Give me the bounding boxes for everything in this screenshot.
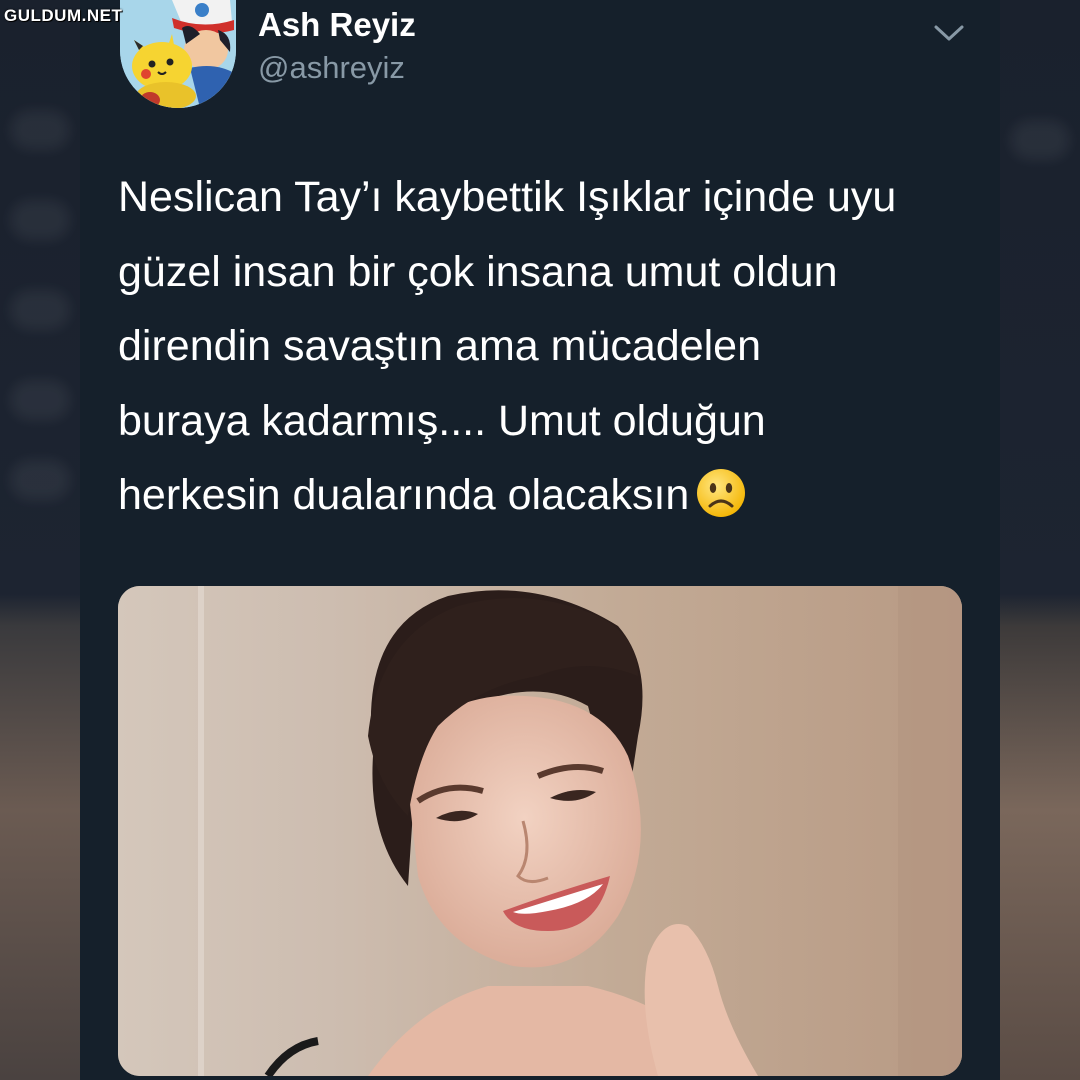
tweet-card: Ash Reyiz @ashreyiz Neslican Tay’ı kaybe… [80, 0, 1000, 1080]
display-name[interactable]: Ash Reyiz [258, 6, 416, 44]
tweet-media-photo[interactable] [118, 586, 962, 1076]
pikachu-and-ash-avatar-icon [120, 0, 236, 108]
slightly-frowning-face-icon [695, 467, 747, 519]
site-watermark: GULDUM.NET [4, 6, 123, 25]
smiling-woman-portrait-photo-icon [118, 586, 962, 1076]
blurred-background-right [1000, 0, 1080, 1080]
user-handle[interactable]: @ashreyiz [258, 50, 405, 86]
tweet-text: Neslican Tay’ı kaybettik Işıklar içinde … [118, 160, 978, 533]
blurred-background-left [0, 0, 80, 1080]
chevron-down-icon[interactable] [932, 22, 966, 44]
tweet-text-content: Neslican Tay’ı kaybettik Işıklar içinde … [118, 173, 897, 519]
avatar[interactable] [120, 0, 236, 108]
